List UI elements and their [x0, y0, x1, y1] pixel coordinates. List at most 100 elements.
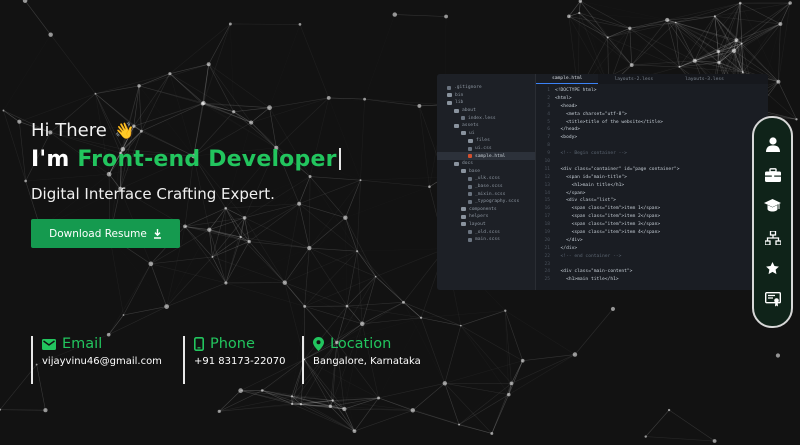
code-line: 12 <span id="main-title">: [536, 175, 768, 183]
line-number: 10: [544, 159, 550, 165]
file-icon: [468, 199, 472, 204]
file-tree-label: assets: [462, 123, 479, 129]
code-area: 1 <!DOCTYPE html> 2 <html> 3 <head> 4 <meta c…: [536, 88, 768, 285]
code-line: 20 </div>: [536, 238, 768, 246]
sitemap-icon: [764, 230, 781, 245]
code-text: <h1>main title</h1>: [555, 182, 625, 188]
file-tree-item: _old.scss: [437, 228, 535, 236]
title-role: Front-end Developer: [77, 147, 337, 172]
mail-icon: [42, 338, 56, 350]
file-tree-label: lib: [455, 100, 464, 106]
folder-icon: [454, 108, 459, 113]
graduation-cap-icon: [764, 198, 781, 212]
folder-icon: [454, 123, 459, 128]
nav-experience[interactable]: [762, 164, 784, 186]
code-text: <meta charset="utf-8">: [555, 111, 627, 117]
briefcase-icon: [764, 168, 781, 183]
typing-cursor: [338, 148, 341, 170]
email-value: vijayvinu46@gmail.com: [42, 356, 162, 367]
line-number: 2: [547, 95, 550, 101]
file-tree: .gitignore bin lib about index.less assets ui f…: [437, 74, 536, 290]
folder-icon: [461, 214, 466, 219]
nav-certificates[interactable]: [762, 289, 784, 311]
code-text: <!-- end container -->: [555, 253, 622, 259]
download-resume-button[interactable]: Download Resume: [31, 219, 180, 248]
file-icon: [468, 237, 472, 242]
file-tree-item: _mixin.scss: [437, 190, 535, 198]
code-text: <span class="item">item 4</span>: [555, 230, 661, 236]
code-text: <div class="container" id="page containe…: [555, 166, 680, 172]
code-line: 19 <span class="item">item 4</span>: [536, 230, 768, 238]
code-line: 1 <!DOCTYPE html>: [536, 88, 768, 96]
file-tree-item: components: [437, 206, 535, 214]
nav-skills[interactable]: [762, 227, 784, 249]
greeting-text: Hi There: [31, 120, 107, 141]
contact-info: Email vijayvinu46@gmail.com Phone +91 83…: [31, 336, 432, 384]
contact-phone[interactable]: Phone +91 83173-22070: [183, 336, 302, 384]
nav-about[interactable]: [762, 133, 784, 155]
code-editor-screenshot: .gitignore bin lib about index.less assets ui f…: [437, 74, 768, 290]
line-number: 25: [544, 277, 550, 283]
subtitle: Digital Interface Crafting Expert.: [31, 185, 275, 203]
line-number: 21: [544, 245, 550, 251]
contact-email[interactable]: Email vijayvinu46@gmail.com: [31, 336, 183, 384]
line-number: 22: [544, 253, 550, 259]
file-tree-item: assets: [437, 122, 535, 130]
line-number: 18: [544, 222, 550, 228]
code-text: <span class="item">item 3</span>: [555, 222, 661, 228]
file-icon: [468, 192, 472, 197]
hero-section: Hi There 👋 I'm Front-end Developer Digit…: [31, 120, 341, 248]
code-text: </div>: [555, 237, 583, 243]
line-number: 8: [547, 143, 550, 149]
file-tree-item: files: [437, 137, 535, 145]
file-icon: [468, 146, 472, 151]
download-resume-label: Download Resume: [49, 227, 147, 240]
line-number: 3: [547, 103, 550, 109]
file-tree-item: docs: [437, 160, 535, 168]
phone-value: +91 83173-22070: [194, 356, 286, 367]
file-tree-item: _ulk.scss: [437, 175, 535, 183]
folder-icon: [461, 131, 466, 136]
file-tree-item: main.scss: [437, 236, 535, 244]
title-prefix: I'm: [31, 147, 70, 172]
file-tree-label: _old.scss: [475, 229, 500, 235]
line-number: 20: [544, 237, 550, 243]
file-tree-item: ui.css: [437, 145, 535, 153]
file-tree-label: _mixin.scss: [475, 191, 506, 197]
folder-icon: [461, 222, 466, 227]
file-tree-label: components: [469, 206, 497, 212]
nav-education[interactable]: [762, 195, 784, 217]
code-text: <head>: [555, 103, 578, 109]
line-number: 7: [547, 135, 550, 141]
file-tree-label: docs: [462, 161, 474, 167]
editor-tab: layouts-3.less: [685, 76, 724, 82]
folder-icon: [454, 161, 459, 166]
editor-tab: layouts-2.less: [614, 76, 654, 82]
download-icon: [153, 228, 161, 239]
line-number: 5: [547, 119, 550, 125]
file-tree-label: ui.css: [475, 146, 492, 152]
page-title: I'm Front-end Developer: [31, 147, 341, 172]
file-icon: [468, 154, 472, 159]
side-nav-dock: [752, 116, 793, 328]
code-line: 4 <meta charset="utf-8">: [536, 112, 768, 120]
file-tree-label: _ulk.scss: [475, 176, 500, 182]
nav-projects[interactable]: [762, 258, 784, 280]
line-number: 17: [544, 214, 550, 220]
file-tree-item: _base.scss: [437, 183, 535, 191]
folder-icon: [461, 207, 466, 212]
line-number: 11: [544, 166, 550, 172]
file-icon: [468, 176, 472, 181]
file-icon: [447, 85, 451, 90]
user-icon: [765, 137, 780, 152]
file-tree-item: sample.html: [437, 152, 535, 160]
folder-icon: [461, 169, 466, 174]
line-number: 19: [544, 230, 550, 236]
file-tree-item: ui: [437, 130, 535, 138]
editor-tab: sample.html: [536, 74, 599, 84]
code-line: 8: [536, 143, 768, 151]
code-line: 22 <!-- end container -->: [536, 254, 768, 262]
contact-location[interactable]: Location Bangalore, Karnataka: [302, 336, 432, 384]
code-text: <body>: [555, 135, 578, 141]
folder-icon: [447, 100, 452, 105]
